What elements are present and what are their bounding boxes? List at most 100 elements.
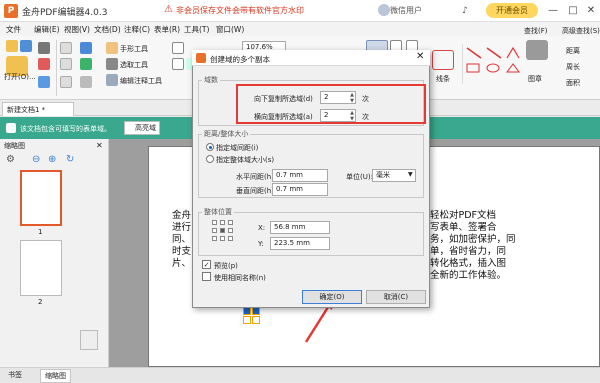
text-icon[interactable]	[172, 42, 184, 54]
form-field-copy	[243, 307, 251, 315]
menu-view[interactable]: 视图(V)	[64, 24, 90, 35]
preview-checkbox[interactable]: ✓	[202, 260, 211, 269]
radio-specify-spacing[interactable]	[206, 143, 214, 151]
document-tab[interactable]: 新建文档1 *	[2, 102, 74, 116]
print-icon[interactable]	[38, 42, 50, 54]
menu-bar	[0, 22, 600, 36]
distance-button[interactable]: 距离	[566, 46, 580, 56]
highlight-fields-button[interactable]: 高亮域	[124, 121, 160, 135]
menu-window[interactable]: 窗口(W)	[216, 24, 244, 35]
v-spacing-input[interactable]: 0.7 mm	[272, 183, 328, 196]
x-input[interactable]: 56.8 mm	[270, 221, 330, 234]
tab-thumbnails[interactable]: 缩略图	[40, 369, 71, 383]
new-icon[interactable]	[6, 40, 18, 52]
same-name-checkbox[interactable]	[202, 272, 211, 281]
menu-comment[interactable]: 注释(C)	[124, 24, 150, 35]
tab-bookmarks[interactable]: 书签	[4, 369, 26, 381]
ok-button[interactable]: 确定(O)	[302, 290, 362, 304]
paste-icon[interactable]	[60, 76, 72, 88]
x-label: X:	[258, 224, 266, 232]
zoom-in-icon[interactable]: ⊕	[48, 154, 56, 165]
area-button[interactable]: 面积	[566, 78, 580, 88]
times-label: 次	[362, 113, 369, 121]
app-title: 金舟PDF编辑器4.0.3	[22, 8, 108, 18]
stamp-icon[interactable]	[526, 40, 548, 60]
find-icon[interactable]	[80, 58, 92, 70]
spinner-icon[interactable]: ▲ ▼	[348, 92, 356, 104]
menu-document[interactable]: 文档(D)	[94, 24, 121, 35]
undo-icon[interactable]	[38, 58, 50, 70]
text-line: 片、	[172, 258, 192, 269]
preview-label[interactable]: 预览(p)	[214, 261, 238, 271]
text-line: 金舟	[172, 210, 192, 221]
text-line: 轻松对PDF文档	[430, 210, 497, 221]
perimeter-button[interactable]: 周长	[566, 62, 580, 72]
radio-specify-size-label[interactable]: 指定整体域大小(s)	[216, 155, 274, 165]
lines-button[interactable]: 线条	[436, 74, 450, 84]
advanced-search-button[interactable]: 高级查找(S)	[562, 26, 600, 36]
undo-icon[interactable]	[80, 42, 92, 54]
settings-icon[interactable]: ⚙	[6, 154, 15, 165]
close-icon[interactable]: ✕	[584, 4, 598, 18]
app-logo-icon: P	[4, 4, 18, 18]
spinner-icon[interactable]: ▲ ▼	[348, 110, 356, 122]
open-button[interactable]: 打开(O)...	[4, 72, 36, 82]
page-number-2: 2	[38, 298, 43, 306]
warning-icon: ⚠	[164, 4, 173, 15]
redo-icon[interactable]	[38, 76, 50, 88]
bell-icon[interactable]: ♪	[458, 4, 472, 18]
body-text-right: 轻松对PDF文档 写表单、签署合 务，如加密保护，同 单，省时省力，同 转化格式…	[430, 210, 516, 282]
layout-icon[interactable]	[80, 76, 92, 88]
text-line: 单，省时省力，同	[430, 246, 507, 257]
cursor-icon[interactable]	[106, 58, 118, 70]
user-name[interactable]: 微信用户	[390, 5, 422, 16]
h-spacing-input[interactable]: 0.7 mm	[272, 169, 328, 182]
radio-specify-size[interactable]	[206, 155, 214, 163]
copy-across-label: 横向复制所选域(a)	[254, 113, 313, 121]
page-number-1: 1	[38, 228, 43, 236]
hand-icon[interactable]	[106, 42, 118, 54]
body-text-left: 金舟 进行 同、 时支 片、	[172, 210, 191, 270]
radio-specify-spacing-label[interactable]: 指定域间距(i)	[216, 143, 258, 153]
maximize-icon[interactable]: □	[566, 4, 580, 18]
copy-icon[interactable]	[60, 58, 72, 70]
annotation-icon[interactable]	[106, 74, 118, 86]
menu-tools[interactable]: 工具(T)	[184, 24, 209, 35]
select-tool-button[interactable]: 选取工具	[120, 60, 148, 70]
sidebar-title: 缩略图	[4, 142, 25, 150]
text-line: 进行	[172, 222, 192, 233]
menu-file[interactable]: 文件	[6, 24, 21, 35]
y-input[interactable]: 223.5 mm	[270, 237, 330, 250]
avatar[interactable]	[378, 4, 390, 16]
ribbon-separator	[56, 40, 57, 96]
vip-button[interactable]: 开通会员	[486, 3, 538, 18]
cut-icon[interactable]	[60, 42, 72, 54]
watermark-warning: 非会员保存文件会带有软件官方水印	[176, 6, 304, 15]
cancel-button[interactable]: 取消(C)	[366, 290, 426, 304]
close-sidebar-icon[interactable]: ✕	[96, 141, 103, 150]
chevron-down-icon[interactable]: ▼	[408, 171, 413, 178]
dialog-close-icon[interactable]: ✕	[416, 51, 424, 62]
menu-edit[interactable]: 编辑(E)	[34, 24, 60, 35]
zoom-out-icon[interactable]: ⊖	[32, 154, 40, 165]
fields-count-label: 域数	[202, 75, 220, 85]
text-line: 全新的工作体验。	[430, 270, 507, 281]
same-name-label[interactable]: 使用相同名称(n)	[214, 273, 266, 283]
stamp-button[interactable]: 图章	[528, 74, 542, 84]
minimize-icon[interactable]: —	[546, 4, 560, 18]
dialog-title: 创建域的多个副本	[210, 55, 270, 64]
menu-form[interactable]: 表单(R)	[154, 24, 180, 35]
anchor-grid-icon[interactable]	[212, 220, 242, 250]
save-icon[interactable]	[20, 40, 32, 52]
page-thumbnail-1[interactable]	[20, 170, 62, 226]
rotate-icon[interactable]: ↻	[66, 154, 74, 165]
line-icon[interactable]	[432, 50, 454, 70]
pages-icon[interactable]	[80, 330, 98, 350]
selected-field-group[interactable]	[243, 307, 261, 325]
page-thumbnail-2[interactable]	[20, 240, 62, 296]
hand-tool-button[interactable]: 手形工具	[120, 44, 148, 54]
search-button[interactable]: 查找(F)	[524, 26, 548, 36]
fit-page-icon[interactable]	[172, 58, 184, 70]
position-label: 整体位置	[202, 207, 234, 217]
edit-annotation-tool-button[interactable]: 编辑注释工具	[120, 76, 162, 86]
